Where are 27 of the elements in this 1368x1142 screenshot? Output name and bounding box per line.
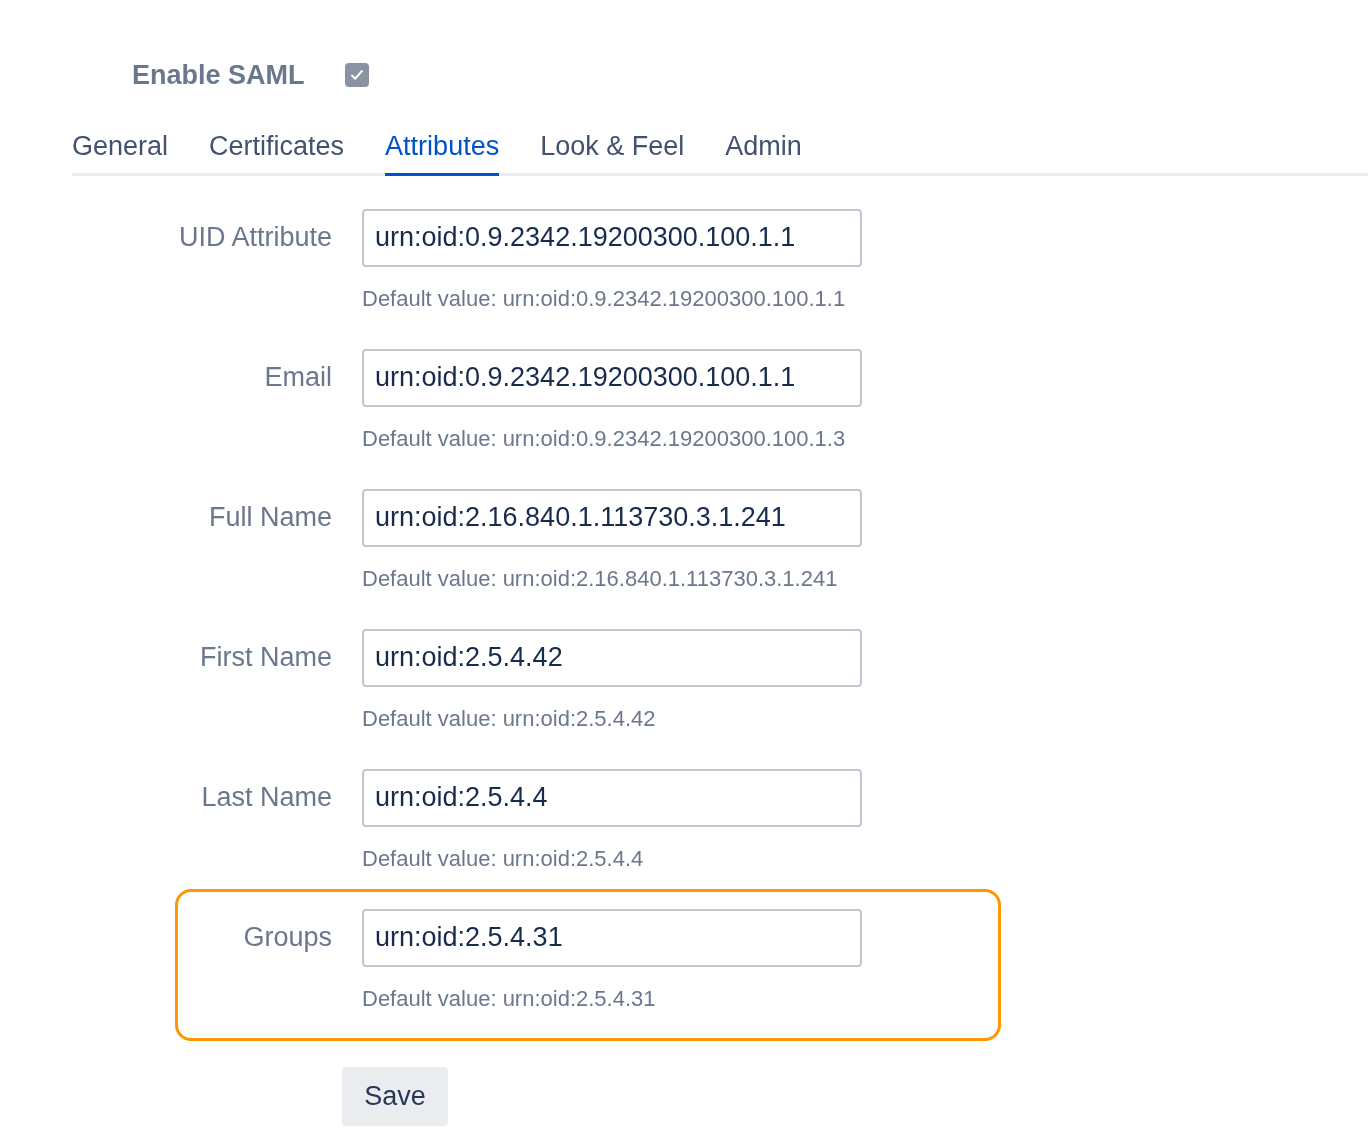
tab[interactable]: Look & Feel bbox=[540, 126, 685, 176]
default-value-hint: Default value: urn:oid:2.16.840.1.113730.3.1.241 bbox=[362, 566, 839, 591]
input-field[interactable]: urn:oid:2.5.4.31 bbox=[362, 908, 862, 967]
save-button[interactable]: Save bbox=[342, 1066, 448, 1126]
field-label: Email bbox=[264, 361, 332, 395]
default-value-hint: Default value: urn:oid:2.5.4.31 bbox=[362, 986, 657, 1011]
input-field[interactable]: urn:oid:0.9.2342.19200300.100.1.1 bbox=[362, 348, 862, 407]
tab[interactable]: General bbox=[72, 126, 169, 176]
default-value-hint: Default value: urn:oid:2.5.4.4 bbox=[362, 846, 645, 871]
default-value-hint: Default value: urn:oid:2.5.4.42 bbox=[362, 706, 657, 731]
tab[interactable]: Certificates bbox=[209, 126, 345, 176]
input-field[interactable]: urn:oid:2.16.840.1.113730.3.1.241 bbox=[362, 488, 862, 547]
default-value-hint: Default value: urn:oid:0.9.2342.19200300.100.1.3 bbox=[362, 426, 847, 451]
field-label: UID Attribute bbox=[178, 221, 332, 255]
default-value-hint: Default value: urn:oid:0.9.2342.19200300.100.1.1 bbox=[362, 286, 847, 311]
field-label: Groups bbox=[243, 921, 332, 955]
input-field[interactable]: urn:oid:0.9.2342.19200300.100.1.1 bbox=[362, 208, 862, 267]
field-label: First Name bbox=[200, 641, 332, 675]
field-label: Full Name bbox=[208, 501, 332, 535]
tab[interactable]: Attributes bbox=[385, 126, 500, 176]
tab[interactable]: Admin bbox=[725, 126, 802, 176]
input-field[interactable]: urn:oid:2.5.4.4 bbox=[362, 768, 862, 827]
field-label: Last Name bbox=[201, 781, 332, 815]
check-icon bbox=[348, 67, 365, 83]
enable-saml-label: Enable SAML bbox=[132, 58, 305, 92]
enable-saml-checkbox[interactable] bbox=[344, 63, 369, 87]
input-field[interactable]: urn:oid:2.5.4.42 bbox=[362, 628, 862, 687]
